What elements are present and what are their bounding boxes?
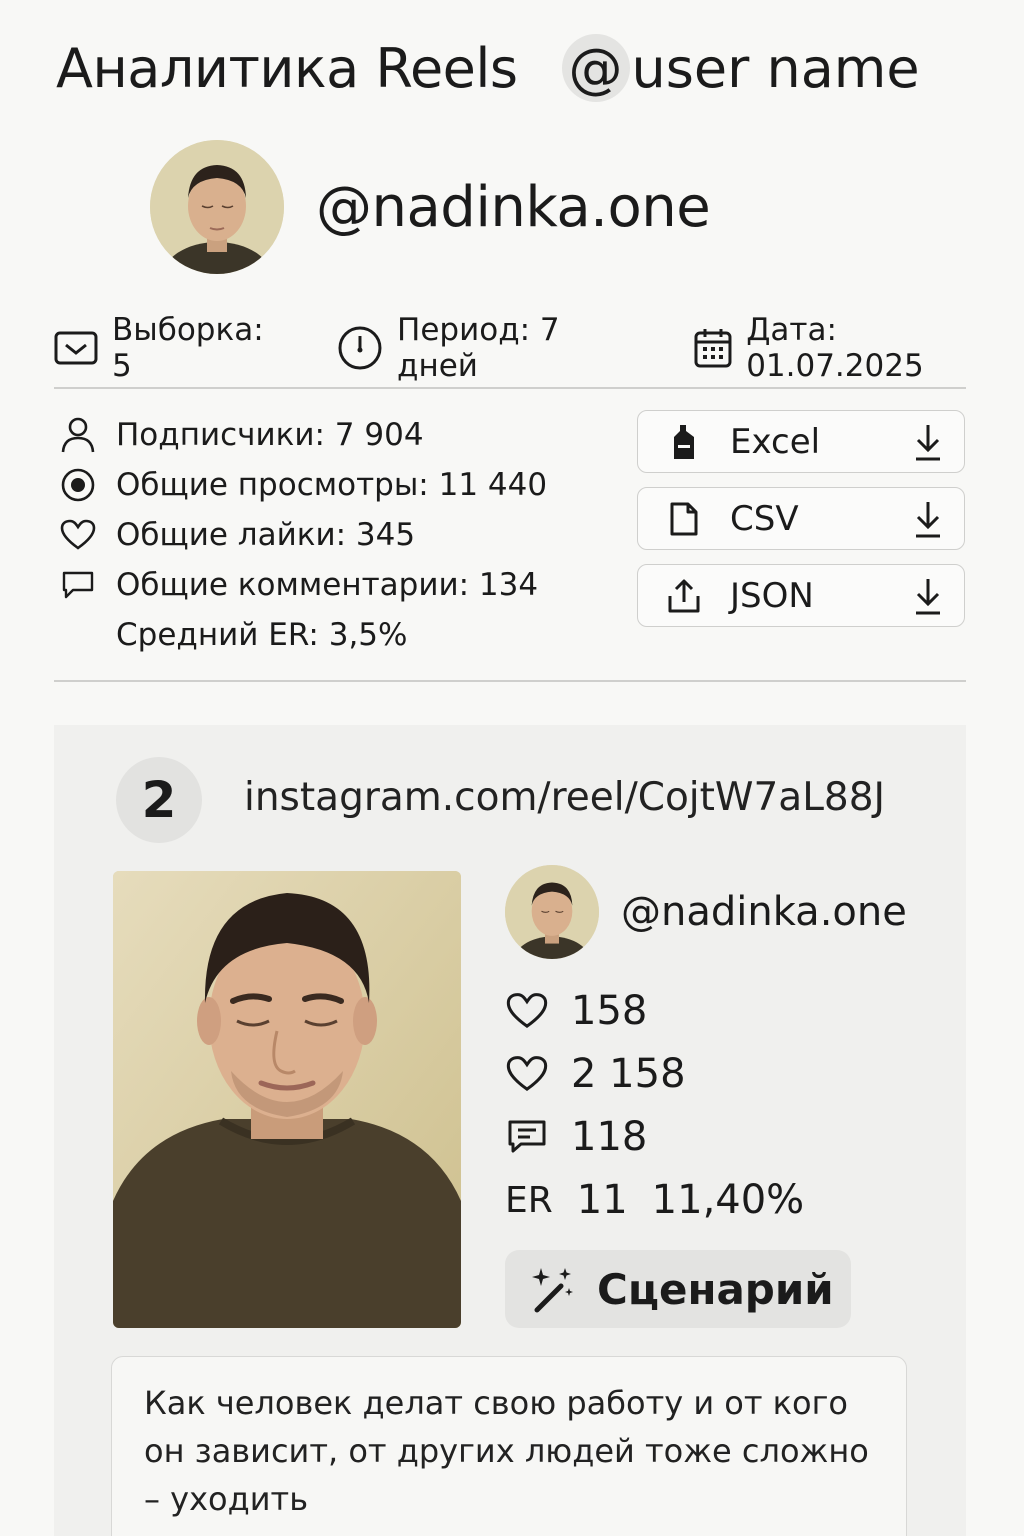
heart-icon <box>60 519 96 550</box>
comment-icon <box>62 571 94 599</box>
view-target-icon <box>61 468 95 502</box>
caption-line: Как человек делат свою работу и от кого <box>144 1384 848 1422</box>
reel-number-badge: 2 <box>116 757 202 843</box>
download-icon <box>916 501 940 537</box>
export-excel-label: Excel <box>730 421 821 462</box>
comment-icon <box>508 1120 546 1152</box>
avatar-photo-icon <box>150 140 284 274</box>
export-json-button[interactable]: JSON <box>637 564 965 627</box>
scenario-button[interactable]: Сценарий <box>505 1250 851 1328</box>
reel-card: 2 instagram.com/reel/CojtW7aL88J @nadink… <box>54 725 966 1536</box>
avatar <box>150 140 284 274</box>
account-stats: Подписчики: 7 904 Общие просмотры: 11 44… <box>58 410 547 660</box>
heart-icon <box>506 1055 548 1091</box>
reel-author-handle[interactable]: @nadinka.one <box>621 889 907 935</box>
date-text: Дата: 01.07.2025 <box>746 312 924 384</box>
heart-icon <box>506 992 548 1028</box>
er-value: 11 <box>576 1177 628 1223</box>
divider <box>54 680 966 682</box>
caption-line: он зависит, от других людей тоже сложно <box>144 1432 869 1470</box>
avg-er-stat: Средний ER: 3,5% <box>58 610 547 660</box>
views-stat: Общие просмотры: 11 440 <box>58 460 547 510</box>
profile-header: @nadinka.one <box>150 140 711 274</box>
calendar-icon <box>694 329 732 368</box>
comments-stat: Общие комментарии: 134 <box>58 560 547 610</box>
er-label: ER <box>505 1179 553 1221</box>
sample-meta: Выборка: 5 <box>54 312 293 384</box>
header: Аналитика Reels @ user name <box>56 34 920 102</box>
export-excel-button[interactable]: Excel <box>637 410 965 473</box>
avg-er-text: Средний ER: 3,5% <box>116 617 408 653</box>
date-meta: Дата: 01.07.2025 <box>694 312 1024 384</box>
likes-stat: Общие лайки: 345 <box>58 510 547 560</box>
divider <box>54 387 966 389</box>
export-json-label: JSON <box>730 575 814 616</box>
export-csv-button[interactable]: CSV <box>637 487 965 550</box>
reel-likes-value: 158 <box>571 987 648 1034</box>
csv-file-icon <box>670 502 698 535</box>
likes-text: Общие лайки: 345 <box>116 517 416 553</box>
reels-analytics-page: Аналитика Reels @ user name @nadinka.one <box>0 0 1024 1536</box>
user-icon <box>61 417 95 453</box>
followers-stat: Подписчики: 7 904 <box>58 410 547 460</box>
reel-thumbnail[interactable] <box>113 871 461 1328</box>
reel-likes: 158 <box>505 979 907 1042</box>
reel-comments-value: 118 <box>571 1113 648 1160</box>
period-meta: Период: 7 дней <box>337 312 650 384</box>
reel-comments: 118 <box>505 1105 907 1168</box>
magic-wand-icon <box>532 1268 573 1313</box>
meta-row: Выборка: 5 Период: 7 дней Дата: 01.07.20… <box>54 312 1024 384</box>
profile-handle[interactable]: @nadinka.one <box>316 175 711 240</box>
followers-text: Подписчики: 7 904 <box>116 417 424 453</box>
clock-icon <box>338 326 382 370</box>
reel-er: ER 11 11,40% <box>505 1168 907 1232</box>
period-text: Период: 7 дней <box>397 312 560 384</box>
scenario-label: Сценарий <box>597 1264 834 1314</box>
export-csv-label: CSV <box>730 498 799 539</box>
export-buttons: Excel CSV JSON <box>637 410 965 641</box>
download-icon <box>916 424 940 460</box>
reel-url-link[interactable]: instagram.com/reel/CojtW7aL88J <box>244 775 885 820</box>
inbox-check-icon <box>54 331 98 365</box>
reel-likes-total-value: 2 158 <box>571 1050 686 1097</box>
excel-icon <box>674 424 694 459</box>
reel-details: @nadinka.one 158 2 158 118 ER 11 11,40% … <box>505 865 907 1328</box>
sample-text: Выборка: 5 <box>111 312 264 384</box>
caption-line: – уходить <box>144 1480 309 1518</box>
views-text: Общие просмотры: 11 440 <box>116 467 548 503</box>
avatar <box>505 865 599 959</box>
reel-likes-total: 2 158 <box>505 1042 907 1105</box>
er-percent: 11,40% <box>651 1177 805 1223</box>
reel-author: @nadinka.one <box>505 865 907 959</box>
at-icon: @ <box>561 34 630 102</box>
upload-icon <box>668 579 700 612</box>
download-icon <box>916 578 940 614</box>
reel-thumbnail-image <box>113 871 461 1328</box>
avatar-photo-icon <box>505 865 599 959</box>
comments-text: Общие комментарии: 134 <box>116 567 539 603</box>
reel-caption: Как человек делат свою работу и от кого … <box>111 1356 907 1536</box>
username-input[interactable]: @ user name <box>561 34 920 102</box>
page-title: Аналитика Reels <box>56 36 518 100</box>
username-placeholder: user name <box>631 36 920 100</box>
